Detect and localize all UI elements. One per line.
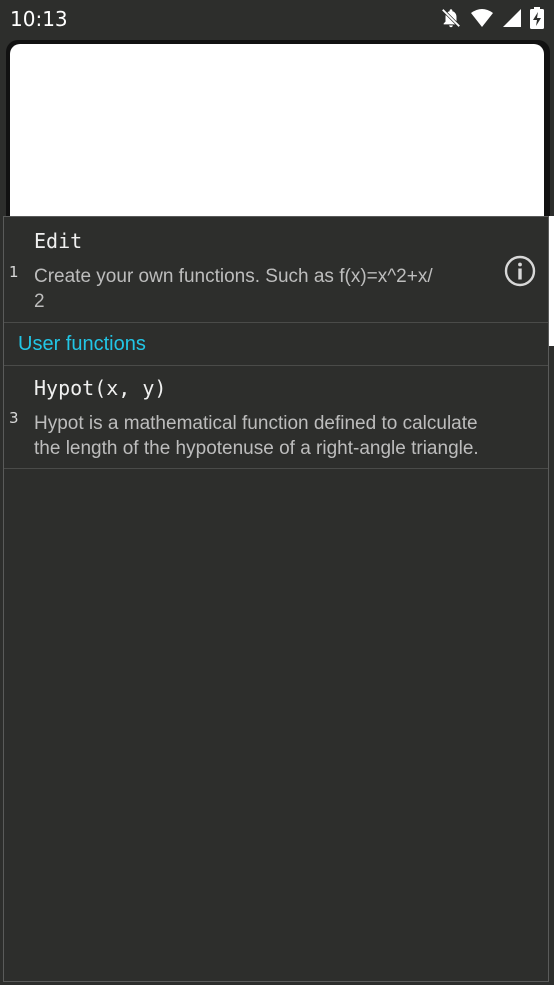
item-title: Edit [34,229,83,253]
item-description-line: the length of the hypotenuse of a right-… [34,438,479,459]
item-index: 3 [9,409,19,427]
info-icon[interactable] [504,255,536,287]
status-icons [440,7,544,29]
status-bar: 10:13 [0,0,554,38]
item-description: Create your own functions. Such as f(x)=… [34,264,494,314]
edit-functions-item[interactable]: 1 Edit Create your own functions. Such a… [4,217,548,323]
status-time: 10:13 [10,7,68,31]
function-item-hypot[interactable]: 3 Hypot(x, y) Hypot is a mathematical fu… [4,366,548,469]
signal-icon [502,8,522,28]
battery-charging-icon [530,7,544,29]
item-description-line: 2 [34,291,45,312]
wifi-icon [470,8,494,28]
section-header-row [4,323,548,366]
item-description-line: Create your own functions. Such as f(x)=… [34,266,433,287]
item-description: Hypot is a mathematical function defined… [34,411,546,461]
item-title: Hypot(x, y) [34,376,167,400]
item-description-line: Hypot is a mathematical function defined… [34,413,478,434]
expression-editor[interactable] [10,44,544,234]
functions-popup: 1 Edit Create your own functions. Such a… [3,216,549,982]
notifications-off-icon [440,7,462,29]
item-index: 1 [9,263,19,281]
